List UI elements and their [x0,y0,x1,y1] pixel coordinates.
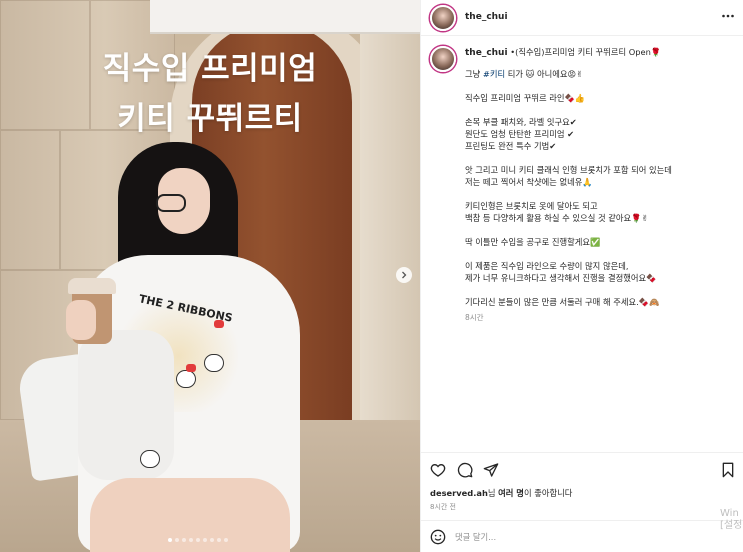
caption-body: the_chui •(직수입)프리미엄 키티 꾸뛰르티 Open🌹 그냥 #키티… [465,46,737,324]
caption-line: 원단도 엄청 탄탄한 프리미엄 ✔ [465,129,575,139]
caption-line: 그냥 #키티 티가 🐱 아니에요😡✌ [465,68,737,80]
bow-print [214,320,224,328]
caption-line: 프린팅도 완전 특수 기법✔ [465,141,557,151]
bow-print [186,364,196,372]
kitty-print [176,370,196,388]
carousel-dot [168,538,172,542]
awning [150,0,420,34]
caption-avatar[interactable] [430,46,456,72]
action-bar [421,452,743,484]
comment-icon[interactable] [457,462,473,478]
cup-lid [68,278,116,294]
caption-line: 저는 떼고 찍어서 착샷에는 없네유🙏 [465,177,593,187]
caption-headline-text: •(직수입)프리미엄 키티 꾸뛰르티 Open🌹 [507,47,662,57]
hashtag-link[interactable]: #키티 [483,69,505,79]
send-icon[interactable] [483,462,499,478]
hand [66,300,96,340]
likes-summary: deserved.ah님 여러 명이 좋아합니다 [430,487,572,499]
caption-line: 딱 이틀만 수입을 공구로 진행할게요✅ [465,237,601,247]
carousel-dot [203,538,207,542]
next-photo-button[interactable] [396,267,412,283]
post-detail-panel: the_chui the_chui •(직수입)프리미엄 키티 꾸뛰르티 Ope… [420,0,743,552]
bookmark-icon[interactable] [720,462,736,478]
carousel-dot [175,538,179,542]
carousel-dot [189,538,193,542]
watermark-line-2: [설정 [720,520,743,531]
caption-text: 그냥 [465,69,483,79]
sleeve-kitty-patch [140,450,160,468]
caption-lines: 그냥 #키티 티가 🐱 아니에요😡✌ 직수입 프리미엄 꾸뛰르 라인🍫👍 손목 부클… [465,68,737,308]
windows-activation-watermark: Win [설정 [720,508,742,532]
caption-line: 키티인형은 브롯치로 옷에 달아도 되고 [465,201,598,211]
carousel-dot [210,538,214,542]
emoji-icon[interactable] [430,529,446,545]
caption-gap [465,152,737,164]
liked-by-user[interactable]: deserved.ah [430,488,488,498]
caption-gap [465,248,737,260]
carousel-dot [182,538,186,542]
caption-gap [465,284,737,296]
caption-username[interactable]: the_chui [465,48,508,58]
comment-input[interactable] [455,527,675,547]
caption-gap [465,224,737,236]
carousel-dot [217,538,221,542]
overlay-title-line-2: 키티 꾸뛰르티 [117,101,303,137]
header-username[interactable]: the_chui [465,12,508,22]
post-photo[interactable]: THE 2 RIBBONS 직수입 프리미엄 키티 꾸뛰르티 [0,0,420,552]
carousel-dot [196,538,200,542]
caption-text: 티가 🐱 아니에요😡✌ [505,69,584,79]
likes-suffix: 이 좋아합니다 [523,488,573,498]
caption-line: 제가 너무 유니크하다고 생각해서 진행을 결정했어요🍫 [465,273,657,283]
caption-time: 8시간 [465,313,484,322]
caption-gap [465,104,737,116]
caption-gap [465,80,737,92]
photo-overlay-title: 직수입 프리미엄 키티 꾸뛰르티 [0,44,420,144]
caption-line: 직수입 프리미엄 꾸뛰르 라인🍫👍 [465,93,586,103]
post-header: the_chui [421,0,743,36]
post-timestamp: 8시간 전 [430,503,456,511]
caption-headline: the_chui •(직수입)프리미엄 키티 꾸뛰르티 Open🌹 [465,46,737,59]
heart-icon[interactable] [430,462,446,478]
more-horizontal-icon[interactable] [721,9,735,23]
watermark-line-1: Win [720,508,739,519]
carousel-dot [224,538,228,542]
likes-others-link[interactable]: 여러 명 [498,488,524,498]
avatar[interactable] [430,5,456,31]
caption-line: 손목 부클 패치와, 라벨 잇구요✔ [465,117,577,127]
kitty-print [204,354,224,372]
likes-connector: 님 [487,488,499,498]
chevron-right-icon [402,271,407,279]
overlay-title-line-1: 직수입 프리미엄 [102,51,318,87]
carousel-indicator [168,538,228,542]
comment-bar [421,520,743,552]
caption-gap [465,188,737,200]
caption-line: 백참 등 다양하게 활용 하실 수 있으실 것 같아요🌹✌ [465,213,649,223]
caption-line: 기다리신 분들이 많은 만큼 서둘러 구매 해 주세요.🍫🙈 [465,297,660,307]
caption-line: 이 제품은 직수입 라인으로 수량이 많지 않은데, [465,261,629,271]
caption-line: 앗 그리고 미니 키티 클래식 인형 브롯치가 포함 되어 있는데 [465,165,672,175]
glasses [156,194,186,212]
